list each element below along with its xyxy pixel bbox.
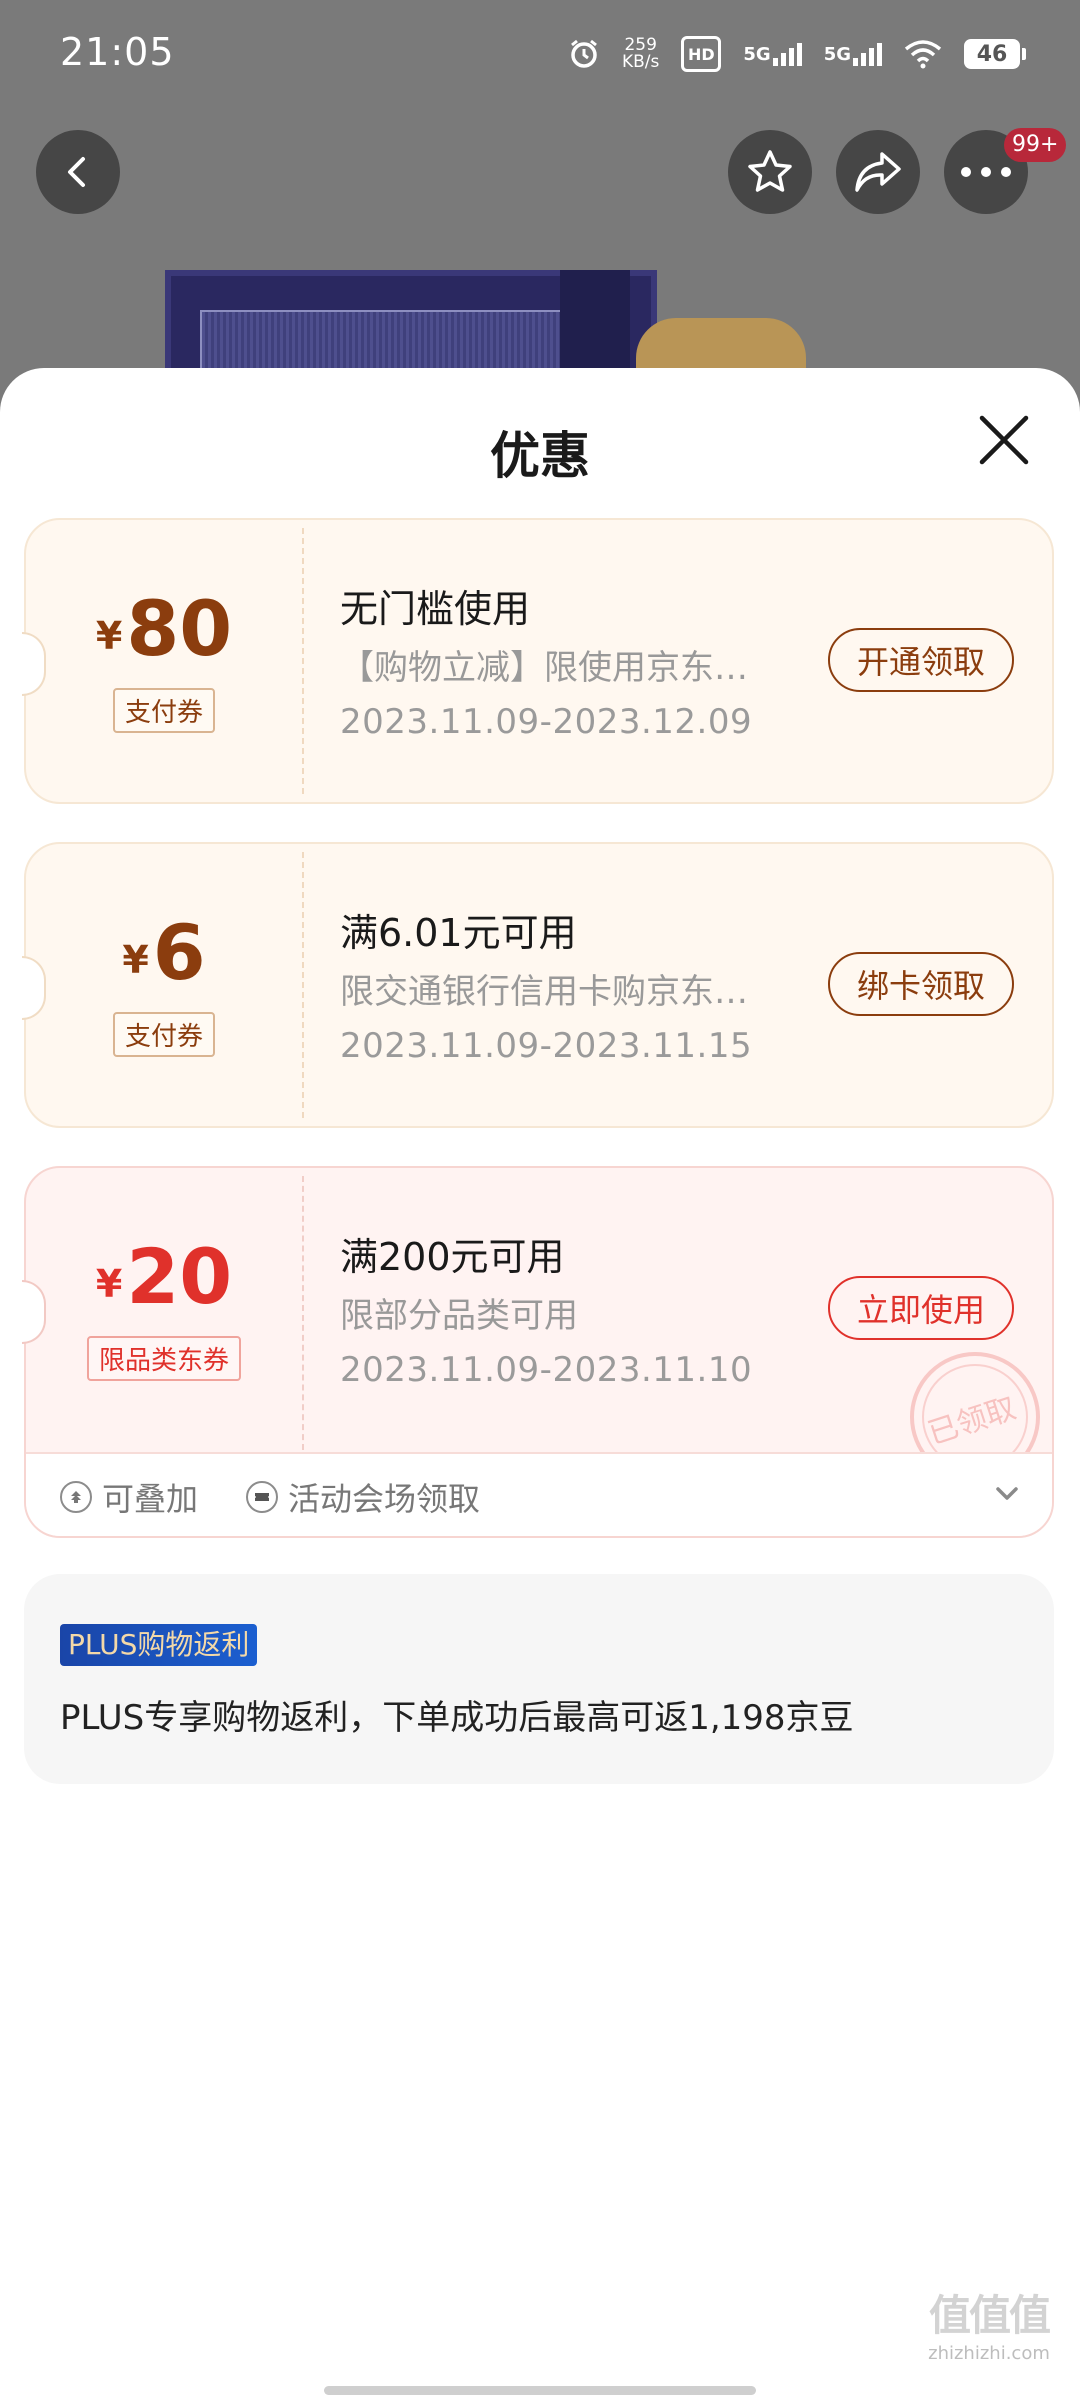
stack-icon xyxy=(60,1481,92,1513)
coupon-footer[interactable]: 可叠加 活动会场领取 xyxy=(26,1452,1052,1536)
signal-sim2: 5G xyxy=(823,42,882,66)
stackable-label: 可叠加 xyxy=(102,1480,199,1518)
coupon-validity: 2023.11.09-2023.11.10 xyxy=(340,1350,753,1390)
more-dots-icon xyxy=(961,167,1011,177)
coupon-condition: 满200元可用 xyxy=(340,1235,565,1279)
bind-card-claim-button[interactable]: 绑卡领取 xyxy=(828,952,1014,1016)
favorite-button[interactable] xyxy=(728,130,812,214)
plus-rebate-text: PLUS专享购物返利，下单成功后最高可返1,198京豆 xyxy=(60,1698,854,1738)
coupon-divider xyxy=(302,1176,304,1450)
signal-sim1: 5G xyxy=(743,42,802,66)
status-bar: 21:05 259 KB/s HD 5G 5G 46 xyxy=(0,0,1080,110)
star-icon xyxy=(748,150,792,192)
coupon-type-tag: 支付券 xyxy=(112,688,216,733)
activate-claim-button[interactable]: 开通领取 xyxy=(828,628,1014,692)
coupon-tag-area: 支付券 xyxy=(26,844,302,1057)
chevron-left-icon xyxy=(68,157,85,187)
coupon-type-tag: 支付券 xyxy=(112,1012,216,1057)
coupon-description: 【购物立减】限使用京东… xyxy=(340,648,748,688)
share-icon xyxy=(855,152,901,192)
notification-badge: 99+ xyxy=(1004,128,1067,162)
coupon-validity: 2023.11.09-2023.11.15 xyxy=(340,1026,753,1066)
coupon-card: ¥6 支付券 满6.01元可用 限交通银行信用卡购京东… 2023.11.09-… xyxy=(22,842,1054,1128)
signal-bars-icon xyxy=(853,42,882,66)
close-button[interactable] xyxy=(976,412,1032,468)
network-speed: 259 KB/s xyxy=(622,37,659,71)
coupon-card: ¥20 限品类东券 满200元可用 限部分品类可用 2023.11.09-202… xyxy=(22,1166,1054,1538)
chevron-down-icon[interactable] xyxy=(992,1478,1022,1508)
wifi-icon xyxy=(904,39,942,69)
promotions-sheet: 优惠 ¥80 支付券 无门槛使用 【购物立减】限使用京东… 2023.11.09… xyxy=(0,368,1080,2400)
battery-icon: 46 xyxy=(964,39,1026,69)
claimed-stamp: 已领取 xyxy=(910,1352,1050,1452)
venue-claim-label: 活动会场领取 xyxy=(288,1480,481,1518)
sheet-title: 优惠 xyxy=(490,427,590,485)
alarm-icon xyxy=(568,38,600,70)
signal-bars-icon xyxy=(772,42,802,66)
coupon-divider xyxy=(302,528,304,794)
ticket-icon xyxy=(246,1481,278,1513)
coupon-tag-area: 限品类东券 xyxy=(26,1168,302,1381)
use-now-button[interactable]: 立即使用 xyxy=(828,1276,1014,1340)
coupon-condition: 满6.01元可用 xyxy=(340,911,577,955)
home-indicator[interactable] xyxy=(324,2386,756,2395)
watermark-url: zhizhizhi.com xyxy=(928,2343,1050,2364)
hd-voice-icon: HD xyxy=(681,36,722,72)
sim2-network-type: 5G xyxy=(823,43,851,65)
venue-claim-feature: 活动会场领取 xyxy=(246,1474,480,1520)
coupon-type-tag: 限品类东券 xyxy=(86,1336,242,1381)
coupon-description: 限部分品类可用 xyxy=(340,1296,578,1336)
coupon-tag-area: 支付券 xyxy=(26,520,302,733)
plus-rebate-badge: PLUS购物返利 xyxy=(60,1624,258,1666)
coupon-divider xyxy=(302,852,304,1118)
coupon-card: ¥80 支付券 无门槛使用 【购物立减】限使用京东… 2023.11.09-20… xyxy=(22,518,1054,804)
status-time: 21:05 xyxy=(60,30,175,74)
share-button[interactable] xyxy=(836,130,920,214)
back-button[interactable] xyxy=(36,130,120,214)
coupon-description: 限交通银行信用卡购京东… xyxy=(340,972,748,1012)
status-icons: 259 KB/s HD 5G 5G 46 xyxy=(568,36,1026,72)
site-watermark: 值值值 zhizhizhi.com xyxy=(914,2282,1064,2364)
product-page-background: 21:05 259 KB/s HD 5G 5G 46 99+ xyxy=(0,0,1080,420)
plus-rebate-card: PLUS购物返利 PLUS专享购物返利，下单成功后最高可返1,198京豆 xyxy=(24,1574,1054,1784)
stackable-feature: 可叠加 xyxy=(60,1474,198,1520)
close-icon xyxy=(979,415,1029,465)
watermark-logo: 值值值 xyxy=(928,2291,1051,2340)
sim1-network-type: 5G xyxy=(743,43,771,65)
network-speed-unit: KB/s xyxy=(621,52,660,72)
coupon-condition: 无门槛使用 xyxy=(340,587,531,631)
coupon-validity: 2023.11.09-2023.12.09 xyxy=(340,702,753,742)
